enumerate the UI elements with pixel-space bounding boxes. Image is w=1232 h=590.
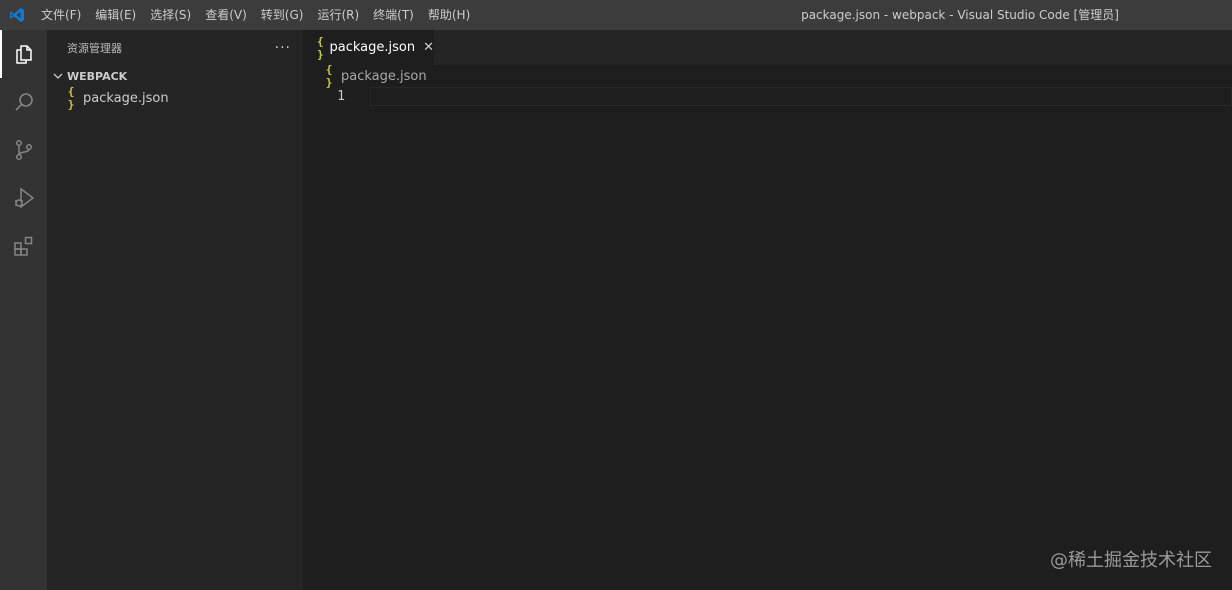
workspace-section-header[interactable]: WEBPACK: [47, 65, 303, 87]
close-icon[interactable]: ✕: [423, 41, 434, 54]
chevron-down-icon: [53, 73, 63, 79]
menu-view[interactable]: 查看(V): [198, 0, 254, 30]
explorer-icon[interactable]: [0, 30, 47, 78]
search-icon[interactable]: [0, 78, 47, 126]
json-file-icon: { }: [325, 63, 333, 89]
run-debug-icon[interactable]: [0, 174, 47, 222]
menu-run[interactable]: 运行(R): [310, 0, 366, 30]
line-number: 1: [337, 89, 345, 104]
more-actions-icon[interactable]: ···: [275, 41, 291, 55]
source-control-icon[interactable]: [0, 126, 47, 174]
editor-area: { } package.json ✕ { } package.json 1: [303, 30, 1232, 590]
breadcrumb-item[interactable]: package.json: [341, 69, 427, 84]
file-item-label: package.json: [83, 90, 169, 106]
code-editor[interactable]: 1: [303, 87, 1232, 590]
json-file-icon: { }: [316, 34, 324, 61]
extensions-icon[interactable]: [0, 222, 47, 270]
sidebar-title: 资源管理器: [67, 41, 122, 55]
workspace-folder-label: WEBPACK: [67, 69, 128, 83]
explorer-sidebar: 资源管理器 ··· WEBPACK { } package.json: [47, 30, 303, 590]
menu-terminal[interactable]: 终端(T): [366, 0, 421, 30]
breadcrumb[interactable]: { } package.json: [303, 63, 1232, 89]
menu-go[interactable]: 转到(G): [254, 0, 311, 30]
menu-edit[interactable]: 编辑(E): [88, 0, 143, 30]
code-line[interactable]: 1: [303, 87, 1232, 106]
file-item-package-json[interactable]: { } package.json: [47, 85, 303, 111]
tab-package-json[interactable]: { } package.json ✕: [303, 30, 434, 65]
menu-help[interactable]: 帮助(H): [421, 0, 477, 30]
window-title: package.json - webpack - Visual Studio C…: [801, 8, 1119, 22]
activity-bar: [0, 30, 47, 590]
current-line-highlight: [370, 87, 1232, 106]
menu-file[interactable]: 文件(F): [34, 0, 88, 30]
watermark: @稀土掘金技术社区: [1050, 550, 1212, 571]
vscode-logo-icon: [0, 0, 34, 30]
sidebar-header: 资源管理器 ···: [47, 30, 303, 65]
menu-bar: 文件(F) 编辑(E) 选择(S) 查看(V) 转到(G) 运行(R) 终端(T…: [34, 0, 477, 30]
title-bar: 文件(F) 编辑(E) 选择(S) 查看(V) 转到(G) 运行(R) 终端(T…: [0, 0, 1232, 30]
menu-selection[interactable]: 选择(S): [143, 0, 198, 30]
tab-label: package.json: [329, 40, 416, 55]
editor-tab-bar: { } package.json ✕: [303, 30, 1232, 65]
json-file-icon: { }: [67, 85, 75, 111]
